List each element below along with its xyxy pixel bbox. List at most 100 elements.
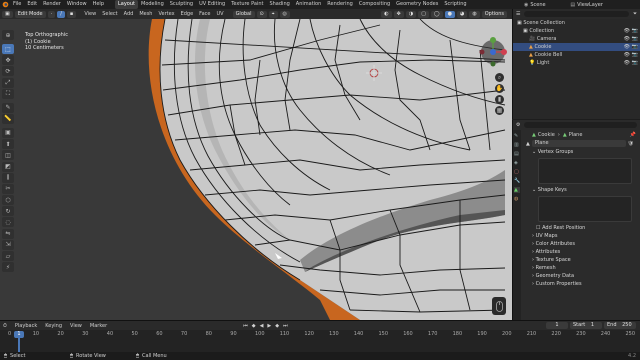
outliner-search-input[interactable] [524, 11, 629, 17]
outliner-item-collection[interactable]: ▣ Collection 👁 📷 [513, 27, 640, 35]
measure-tool-icon[interactable]: 📏 [2, 113, 14, 124]
current-frame-field[interactable]: 1 [546, 322, 568, 329]
workspace-tab-compositing[interactable]: Compositing [356, 0, 393, 9]
object-tab-icon[interactable]: ▢ [514, 169, 520, 175]
texture-space-panel[interactable]: › Texture Space [522, 256, 640, 264]
menu-file[interactable]: File [10, 0, 24, 9]
properties-search-input[interactable] [524, 122, 637, 128]
viewport-menu-select[interactable]: Select [99, 11, 120, 17]
select-face-mode-button[interactable]: ▪ [66, 10, 77, 18]
menu-help[interactable]: Help [90, 0, 107, 9]
mesh-canvas[interactable] [0, 19, 512, 320]
spin-tool-icon[interactable]: ↻ [2, 206, 14, 217]
timeline-ruler[interactable]: 0 10 20 30 40 50 60 70 80 90 100 110 120 130 140 150 160… [0, 331, 640, 338]
proportional-button[interactable]: ◎ [279, 10, 290, 18]
scene-tab-icon[interactable]: ◈ [514, 160, 520, 166]
extrude-tool-icon[interactable]: ⬆ [2, 139, 14, 150]
material-tab-icon[interactable]: ◍ [514, 196, 520, 202]
knife-tool-icon[interactable]: ✂ [2, 183, 14, 194]
viewlayer-selector[interactable]: ViewLayer [577, 2, 603, 8]
select-edge-mode-button[interactable]: / [57, 10, 65, 18]
rotate-tool-icon[interactable]: ⟳ [2, 66, 14, 77]
play-icon[interactable]: ▶ [267, 323, 271, 329]
render-camera-icon[interactable]: 📷 [632, 51, 638, 59]
workspace-tab-animation[interactable]: Animation [293, 0, 325, 9]
shading-wire-icon[interactable]: ◯ [430, 10, 443, 18]
menu-window[interactable]: Window [64, 0, 90, 9]
viewport-menu-add[interactable]: Add [121, 11, 137, 17]
shading-render-icon[interactable]: ◍ [469, 10, 480, 18]
gizmo-button[interactable]: ✥ [393, 10, 404, 18]
custom-properties-panel[interactable]: › Custom Properties [522, 280, 640, 288]
output-tab-icon[interactable]: ▤ [514, 151, 520, 157]
viewport-menu-mesh[interactable]: Mesh [136, 11, 155, 17]
shear-tool-icon[interactable]: ▱ [2, 251, 14, 261]
outliner-item-light[interactable]: 💡 Light 👁 📷 [513, 59, 640, 67]
loop-cut-tool-icon[interactable]: ⫼ [2, 172, 14, 183]
timeline-menu-view[interactable]: View [66, 323, 86, 329]
viewport-menu-face[interactable]: Face [196, 11, 213, 17]
filter-icon[interactable]: ⏷ [633, 11, 637, 17]
workspace-tab-uv-editing[interactable]: UV Editing [196, 0, 228, 9]
viewport-menu-view[interactable]: View [81, 11, 99, 17]
select-vertex-mode-button[interactable]: · [47, 10, 56, 18]
render-camera-icon[interactable]: 📷 [632, 27, 638, 35]
select-box-tool-icon[interactable]: ⬚ [2, 44, 14, 54]
editor-type-button[interactable]: ▣ [2, 10, 13, 18]
outliner-item-camera[interactable]: 🎥 Camera 👁 📷 [513, 35, 640, 43]
render-tab-icon[interactable]: ▥ [514, 142, 520, 148]
vertex-groups-panel[interactable]: ⌄ Vertex Groups [522, 148, 640, 156]
options-button[interactable]: Options [481, 10, 507, 18]
mesh-browse-icon[interactable]: ▲ [526, 141, 530, 147]
shape-keys-list[interactable] [538, 196, 632, 222]
timeline-menu-keying[interactable]: Keying [41, 323, 66, 329]
scene-selector[interactable]: Scene [530, 2, 570, 8]
render-camera-icon[interactable]: 📷 [632, 35, 638, 43]
mesh-name-field[interactable]: Plane [531, 140, 626, 147]
playhead[interactable] [18, 338, 20, 352]
viewport-menu-edge[interactable]: Edge [178, 11, 197, 17]
workspace-tab-modeling[interactable]: Modeling [138, 0, 167, 9]
vertex-groups-list[interactable] [538, 158, 632, 184]
snap-button[interactable]: ⌖ [268, 10, 278, 18]
menu-edit[interactable]: Edit [24, 0, 40, 9]
color-attributes-panel[interactable]: › Color Attributes [522, 240, 640, 248]
workspace-tab-scripting[interactable]: Scripting [441, 0, 469, 9]
poly-build-tool-icon[interactable]: ⬡ [2, 195, 14, 206]
uv-maps-panel[interactable]: › UV Maps [522, 232, 640, 240]
mode-selector[interactable]: Edit Mode [14, 10, 46, 18]
blender-logo-icon[interactable] [0, 1, 10, 8]
workspace-tab-layout[interactable]: Layout [115, 0, 138, 9]
overlay-button[interactable]: ◑ [405, 10, 417, 18]
workspace-tab-rendering[interactable]: Rendering [324, 0, 356, 9]
outliner-editor-icon[interactable]: ☰ [516, 11, 520, 17]
transform-tool-icon[interactable]: ⛶ [2, 88, 14, 99]
viewport-menu-vertex[interactable]: Vertex [155, 11, 177, 17]
visibility-eye-icon[interactable]: 👁 [624, 27, 630, 35]
orientation-selector[interactable]: Global [232, 10, 255, 18]
edge-slide-tool-icon[interactable]: ⇋ [2, 228, 14, 239]
camera-view-icon[interactable]: ▮ [495, 95, 504, 104]
jump-end-icon[interactable]: ⏭ [283, 323, 288, 329]
visibility-eye-icon[interactable]: 👁 [624, 51, 630, 59]
timeline-menu-marker[interactable]: Marker [86, 323, 111, 329]
xray-button[interactable]: ▢ [418, 10, 429, 18]
pan-icon[interactable]: ✋ [495, 84, 504, 93]
workspace-tab-shading[interactable]: Shading [266, 0, 292, 9]
next-key-icon[interactable]: ◆ [275, 323, 279, 329]
visibility-button[interactable]: ◐ [381, 10, 392, 18]
start-frame-field[interactable]: Start 1 [570, 322, 602, 329]
move-tool-icon[interactable]: ✥ [2, 55, 14, 66]
viewport-menu-uv[interactable]: UV [213, 11, 226, 17]
modifier-tab-icon[interactable]: 🔧 [514, 178, 520, 184]
workspace-tab-sculpting[interactable]: Sculpting [167, 0, 196, 9]
fake-user-icon[interactable]: 🛡 [628, 141, 634, 147]
remesh-panel[interactable]: › Remesh [522, 264, 640, 272]
ortho-toggle-icon[interactable]: ▦ [495, 106, 504, 115]
workspace-tab-texture-paint[interactable]: Texture Paint [228, 0, 266, 9]
shading-solid-icon[interactable]: ● [444, 10, 455, 18]
timeline-editor-icon[interactable]: ⏱ [3, 323, 7, 329]
workspace-tab-geometry-nodes[interactable]: Geometry Nodes [393, 0, 441, 9]
timeline-menu-playback[interactable]: Playback [11, 323, 41, 329]
shrink-tool-icon[interactable]: ⇲ [2, 239, 14, 250]
